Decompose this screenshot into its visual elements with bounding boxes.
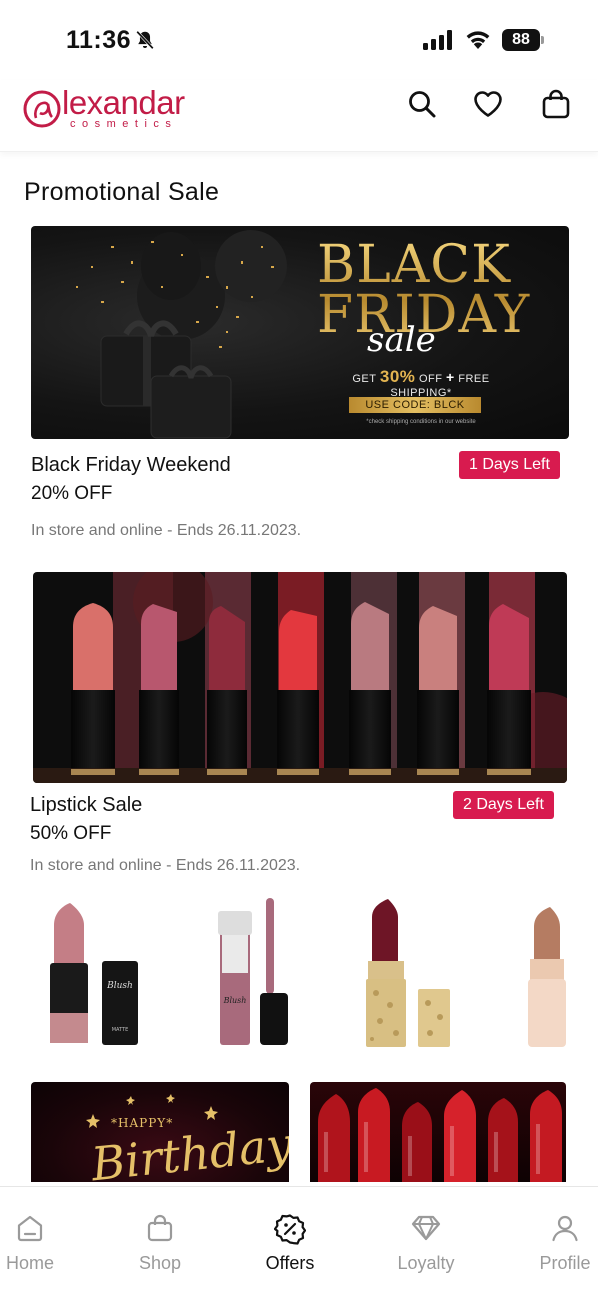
tab-shop[interactable]: Shop — [105, 1187, 215, 1287]
birthday-promo-card[interactable]: *HAPPY* Birthday! — [31, 1082, 289, 1182]
status-bar: 11:36 88 — [0, 0, 598, 80]
product-gold-lipstick-image[interactable] — [358, 893, 458, 1053]
tab-label: Shop — [138, 1253, 182, 1273]
lipstick-lineup-image — [33, 572, 567, 783]
product-matte-lipstick-image[interactable]: Blush MATTE — [44, 893, 144, 1053]
tab-label: Home — [5, 1253, 54, 1273]
logo-subtitle: cosmetics — [70, 118, 178, 130]
battery-level: 88 — [502, 29, 540, 51]
lipstick-promo-card[interactable] — [310, 1082, 566, 1182]
wifi-icon — [466, 31, 490, 49]
battery-indicator: 88 — [502, 29, 544, 51]
tab-profile[interactable]: Profile — [510, 1187, 598, 1287]
svg-text:Blush: Blush — [106, 981, 133, 991]
promo-discount: 20% OFF — [31, 483, 113, 504]
promo-discount: 50% OFF — [30, 823, 112, 844]
signal-icon — [423, 30, 452, 50]
home-icon — [17, 1215, 43, 1242]
banner-offer: GET 30% OFF + FREE SHIPPING* — [352, 367, 490, 399]
svg-text:Blush: Blush — [223, 996, 247, 1005]
diamond-icon — [411, 1215, 441, 1241]
promo-title: Black Friday Weekend — [31, 454, 231, 476]
days-left-badge: 2 Days Left — [453, 791, 554, 819]
search-icon[interactable] — [406, 88, 438, 120]
black-friday-banner[interactable]: BLACK FRIDAY sale GET 30% OFF + FREE SHI… — [31, 226, 569, 439]
brand-logo[interactable]: lexandar cosmetics — [22, 84, 202, 132]
bag-icon[interactable] — [540, 88, 572, 120]
tab-loyalty[interactable]: Loyalty — [371, 1187, 481, 1287]
tab-home[interactable]: Home — [0, 1187, 85, 1287]
banner-code: USE CODE: BLCK — [349, 397, 481, 413]
page-title: Promotional Sale — [24, 178, 220, 206]
tab-offers[interactable]: Offers — [235, 1187, 345, 1287]
promo-note: In store and online - Ends 26.11.2023. — [31, 522, 302, 539]
banner-script: sale — [367, 320, 436, 360]
promo-note: In store and online - Ends 26.11.2023. — [30, 857, 301, 874]
tab-label: Profile — [539, 1253, 591, 1273]
logo-wordmark: lexandar — [62, 84, 185, 121]
stars-decoration-icon — [86, 1094, 218, 1128]
tab-label: Offers — [265, 1253, 315, 1273]
logo-mark-icon — [23, 90, 61, 128]
percent-badge-icon — [274, 1214, 306, 1245]
bell-muted-icon — [136, 30, 154, 50]
days-left-badge: 1 Days Left — [459, 451, 560, 479]
svg-text:MATTE: MATTE — [112, 1027, 129, 1033]
product-liquid-lipstick-image[interactable]: Blush — [210, 893, 300, 1053]
profile-icon — [552, 1215, 578, 1242]
banner-fine-print: *check shipping conditions in our websit… — [366, 419, 476, 425]
heart-icon[interactable] — [472, 88, 504, 120]
red-lipsticks-image — [318, 1088, 562, 1182]
product-nude-lipstick-image[interactable] — [514, 893, 574, 1053]
status-time: 11:36 — [66, 26, 132, 54]
bottom-tab-bar: Home Shop Offers Loyalty Profile — [0, 1186, 598, 1300]
shop-bag-icon — [147, 1214, 173, 1242]
lipstick-sale-banner[interactable] — [33, 572, 567, 783]
app-header: lexandar cosmetics — [0, 80, 598, 152]
promo-title: Lipstick Sale — [30, 794, 143, 816]
tab-label: Loyalty — [397, 1253, 455, 1273]
gift-boxes-image — [76, 230, 287, 439]
